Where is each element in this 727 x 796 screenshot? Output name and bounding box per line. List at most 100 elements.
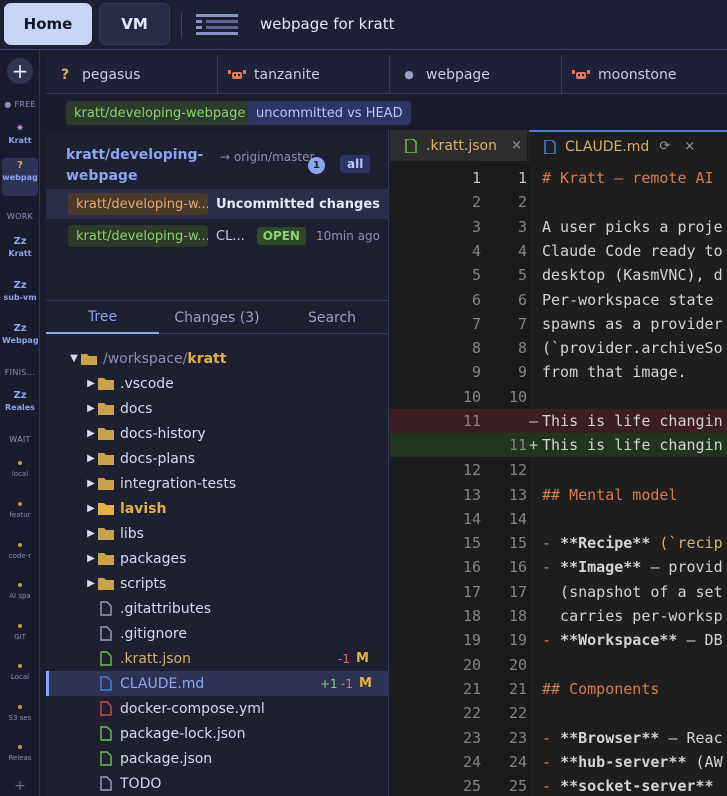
tree-folder[interactable]: ▶ docs-history [46, 421, 389, 446]
add-workspace-button[interactable]: + [7, 58, 33, 84]
tree-root[interactable]: ▼ /workspace/kratt [46, 346, 389, 371]
tab-search[interactable]: Search [275, 301, 389, 334]
modified-badge: M [359, 676, 372, 691]
tree-file[interactable]: .gitattributes [46, 596, 389, 621]
tree-folder[interactable]: ▶ lavish [46, 496, 389, 521]
tree-folder[interactable]: ▶ scripts [46, 571, 389, 596]
tab-webpage[interactable]: ● webpage [390, 55, 562, 94]
chevron-right-icon: ▶ [87, 403, 95, 414]
folder-icon [97, 577, 115, 591]
tree-folder[interactable]: ▶ docs-plans [46, 446, 389, 471]
rail-item-wait[interactable]: S3 ses [0, 705, 40, 723]
tree-file[interactable]: CLAUDE.md +1 -1 M [46, 671, 389, 696]
code-text: # Kratt — remote AI [542, 169, 714, 187]
file-icon [97, 651, 115, 666]
code-line: 15 15 - **Recipe** (`recip [390, 531, 727, 555]
new-line-number: 14 [508, 509, 527, 528]
tab-label: webpage [426, 66, 490, 83]
branch-pill[interactable]: kratt/developing-webpage [66, 101, 254, 125]
tree-folder[interactable]: ▶ integration-tests [46, 471, 389, 496]
new-line-number: 9 [517, 363, 527, 382]
code-text: (snapshot of a set [542, 582, 723, 601]
rail-item-wait[interactable]: Local [0, 664, 40, 682]
chevron-right-icon: ▶ [87, 478, 95, 489]
tree-folder[interactable]: ▶ packages [46, 546, 389, 571]
close-icon[interactable]: × [511, 138, 522, 153]
tree-folder[interactable]: ▶ .vscode [46, 371, 389, 396]
old-line-number: 2 [471, 193, 481, 212]
code-line: 4 4 Claude Code ready to [390, 239, 727, 263]
branch-pill: kratt/developing-w... [68, 225, 208, 247]
tree-file[interactable]: package.json [46, 746, 389, 771]
tab-changes[interactable]: Changes (3) [159, 301, 275, 334]
rail-item-sub-vm[interactable]: Zz sub-vm [2, 280, 38, 303]
sleep-icon: Zz [13, 236, 27, 247]
tab-tree[interactable]: Tree [46, 301, 159, 334]
rail-item-reales[interactable]: Zz Reales [2, 390, 38, 413]
rail-item-webpage[interactable]: ? webpag [2, 158, 38, 196]
chevron-down-icon: ▼ [70, 353, 78, 364]
tree-file[interactable]: package-lock.json [46, 721, 389, 746]
refresh-icon[interactable]: ⟳ [659, 139, 670, 154]
tracking-branch: → origin/master [220, 150, 315, 164]
branch-header: kratt/developing-webpage → origin/master… [46, 130, 389, 188]
rail-item-wait[interactable]: GIT [0, 624, 40, 642]
compare-pill[interactable]: uncommitted vs HEAD [248, 101, 411, 125]
close-icon[interactable]: × [684, 139, 695, 154]
status-dot-icon: ● [404, 68, 414, 81]
row-label: CL... [216, 228, 245, 244]
tree-folder[interactable]: ▶ docs [46, 396, 389, 421]
additions-count: +1 [320, 676, 338, 691]
tab-pegasus[interactable]: ? pegasus [46, 55, 218, 94]
rail-item-wait[interactable]: local [0, 461, 40, 479]
uncommitted-row[interactable]: kratt/developing-w... Uncommitted change… [46, 189, 389, 219]
new-line-number: 22 [508, 704, 527, 723]
code-text: Claude Code ready to [542, 241, 723, 260]
rail-item-wait[interactable]: Releas [0, 745, 40, 763]
add-icon[interactable]: + [0, 778, 40, 794]
tab-label: moonstone [598, 66, 677, 83]
tree-item-label: docker-compose.yml [120, 700, 265, 717]
branch-name[interactable]: kratt/developing-webpage [66, 145, 206, 187]
tree-file[interactable]: docker-compose.yml [46, 696, 389, 721]
file-icon [97, 701, 115, 716]
tab-tanzanite[interactable]: tanzanite [218, 55, 390, 94]
section-free-label: ● FREE [4, 100, 36, 109]
new-line-number: 11 [508, 436, 527, 455]
new-line-number: 8 [517, 339, 527, 358]
file-icon [97, 751, 115, 766]
tree-file[interactable]: .gitignore [46, 621, 389, 646]
all-button[interactable]: all [340, 155, 371, 173]
tab-kratt-json[interactable]: .kratt.json × [390, 130, 528, 161]
timestamp: 10min ago [315, 229, 380, 243]
tree-file[interactable]: TODO [46, 771, 389, 796]
new-line-number: 20 [508, 655, 527, 674]
rail-item-webpage-work[interactable]: Zz Webpag [2, 323, 39, 346]
branch-bar: kratt/developing-webpage uncommitted vs … [46, 94, 727, 130]
vm-button[interactable]: VM [99, 3, 170, 45]
editor-tabs: .kratt.json × CLAUDE.md ⟳ × [390, 130, 727, 161]
rail-item-wait[interactable]: code-r [0, 543, 40, 561]
code-diff-view[interactable]: 1 1 # Kratt — remote AI 2 2 3 3 A user picks a … [390, 161, 727, 796]
code-line: 12 12 [390, 458, 727, 482]
tree-folder[interactable]: ▶ libs [46, 521, 389, 546]
tab-claude-md[interactable]: CLAUDE.md ⟳ × [529, 130, 727, 161]
rail-item-kratt-work[interactable]: Zz Kratt [2, 236, 38, 259]
row-label: Uncommitted changes [216, 196, 380, 212]
chevron-right-icon: ▶ [87, 578, 95, 589]
sparkle-icon: ✷ [15, 123, 25, 134]
tab-moonstone[interactable]: moonstone [562, 55, 727, 94]
code-line: 7 7 spawns as a provider [390, 312, 727, 336]
rail-item-wait[interactable]: featur [0, 502, 40, 520]
tree-item-label: .kratt.json [120, 650, 191, 667]
layout-menu-icon[interactable] [196, 13, 238, 35]
code-line: 8 8 (`provider.archiveSo [390, 336, 727, 360]
rail-item-wait[interactable]: AI spa [0, 583, 40, 601]
rail-item-kratt-free[interactable]: ✷ Kratt [2, 123, 38, 146]
pull-request-row[interactable]: kratt/developing-w... CL... OPEN 10min a… [46, 221, 389, 251]
home-button[interactable]: Home [4, 3, 92, 45]
file-icon [97, 776, 115, 791]
new-line-number: 21 [508, 679, 527, 698]
tree-file[interactable]: .kratt.json -1 M [46, 646, 389, 671]
old-line-number: 25 [462, 777, 481, 796]
